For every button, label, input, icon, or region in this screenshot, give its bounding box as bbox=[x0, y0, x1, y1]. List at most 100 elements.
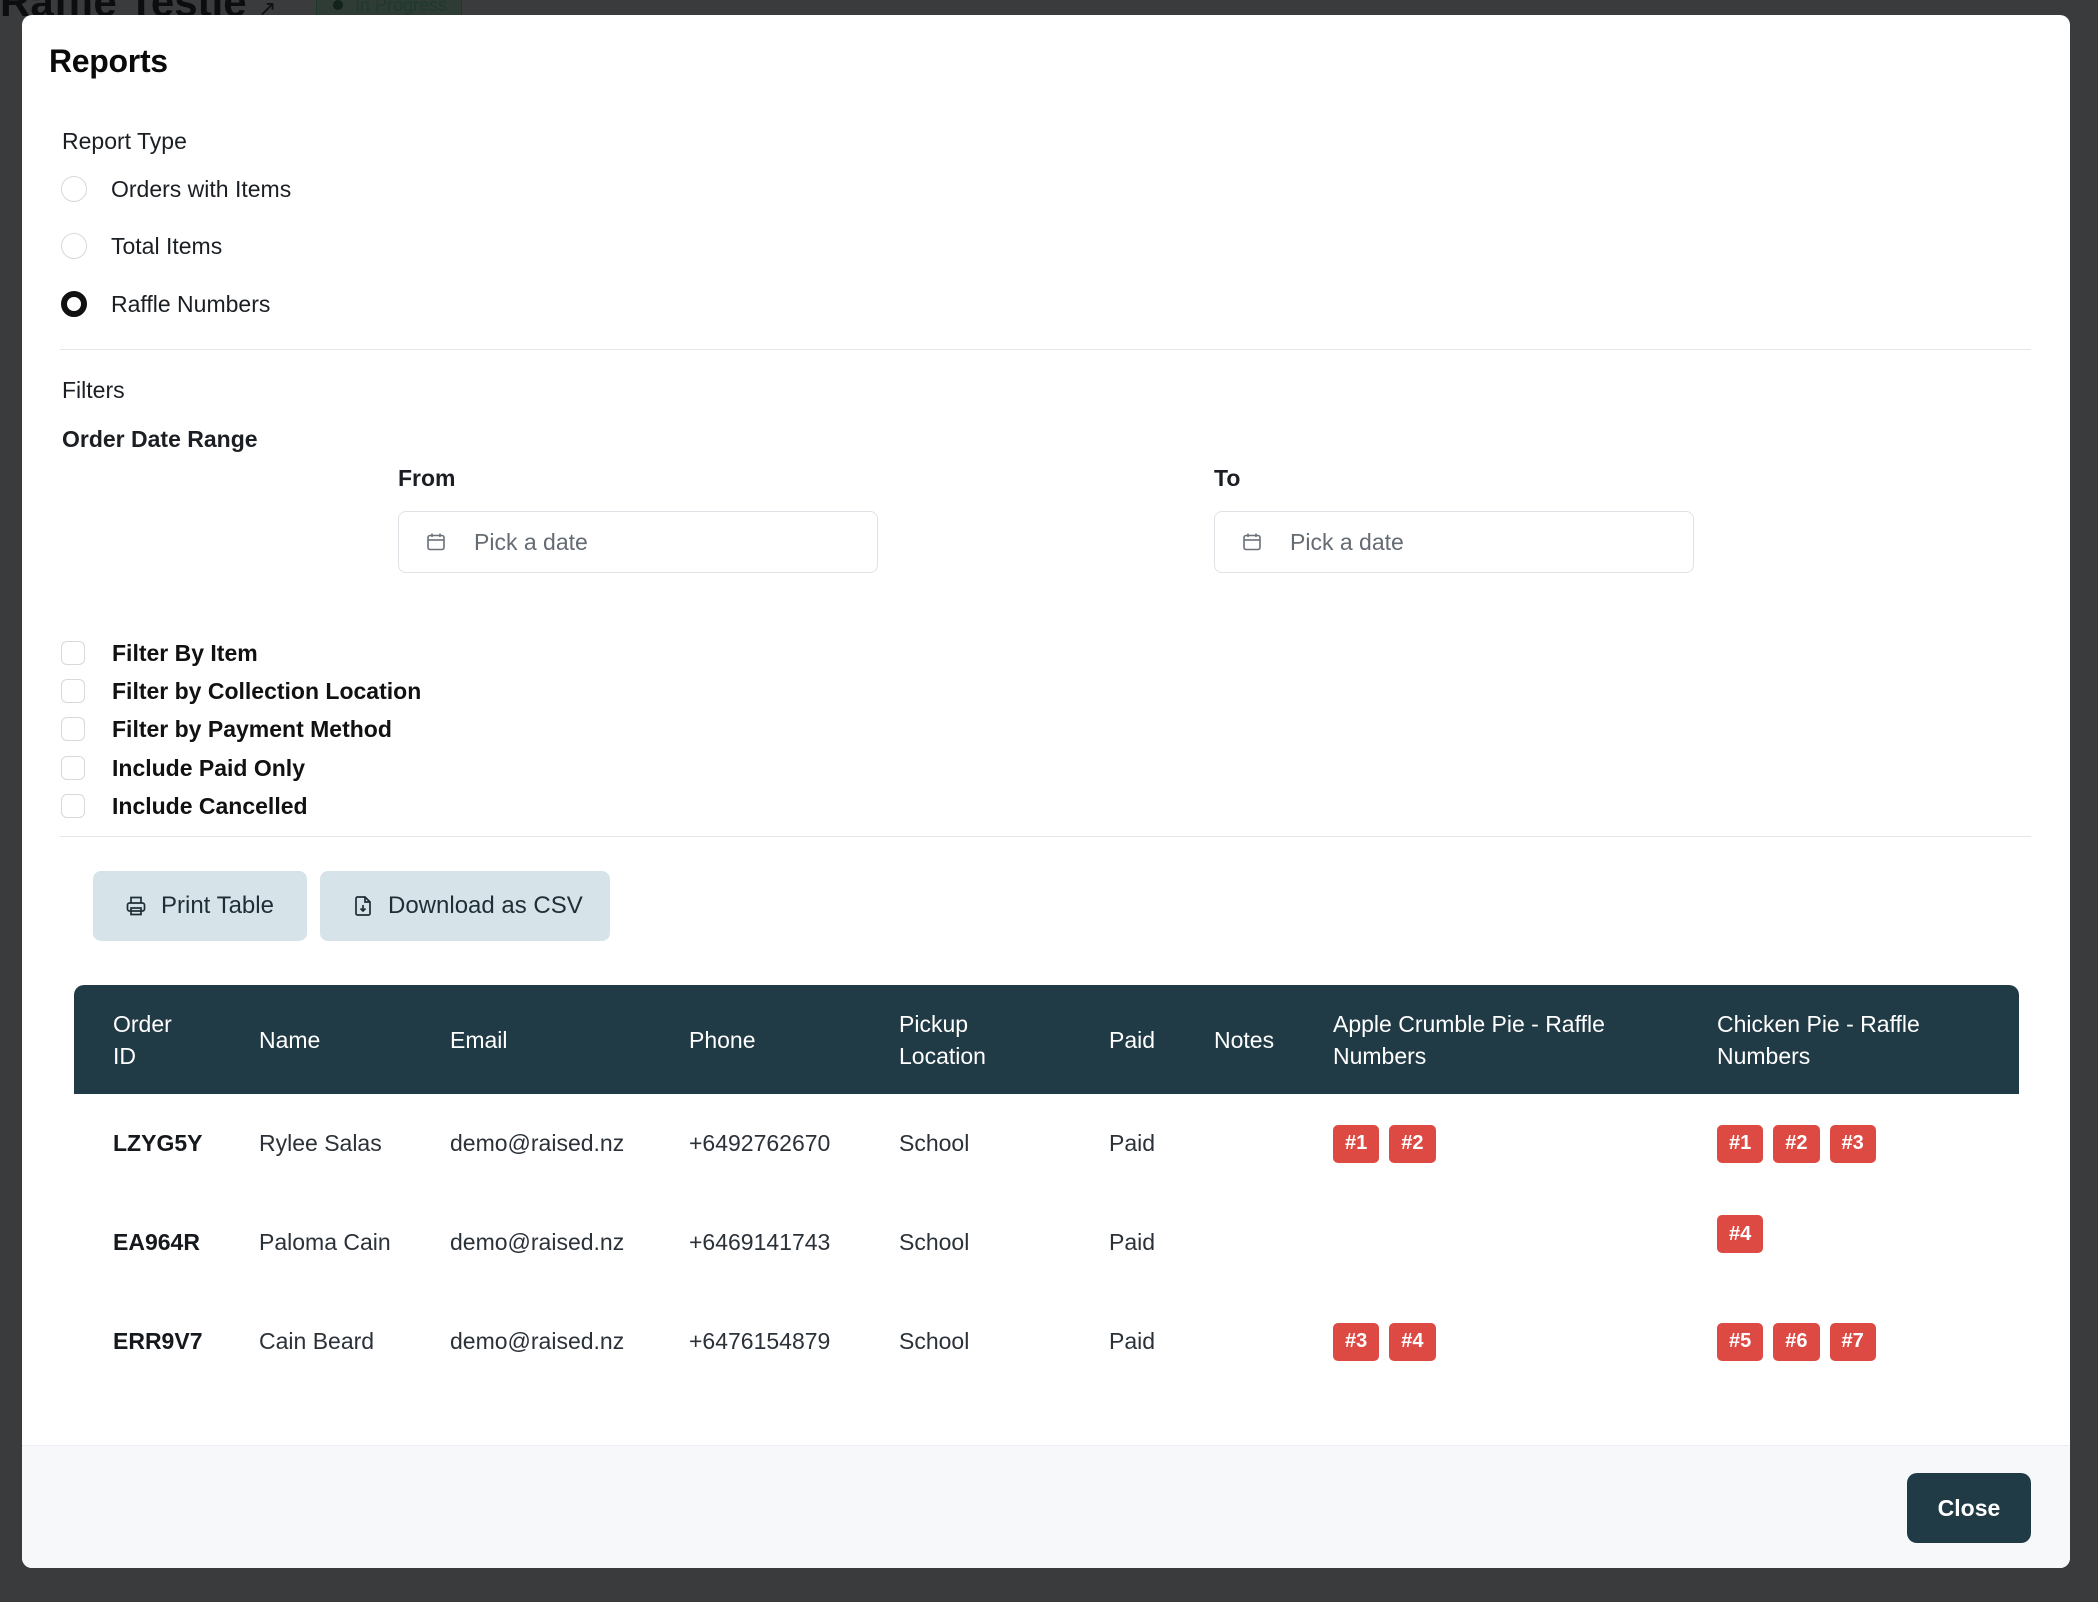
raffle-number-tag: #3 bbox=[1333, 1322, 1380, 1361]
raffle-tag-group: #1 #2 bbox=[1333, 1124, 1436, 1163]
cell-order-id: EA964R bbox=[113, 1229, 200, 1255]
column-header-email: Email bbox=[450, 1026, 508, 1053]
divider bbox=[60, 349, 2031, 350]
checkbox-label: Filter by Payment Method bbox=[112, 715, 392, 742]
cell-apple-raffle-numbers: #1 #2 bbox=[1333, 1094, 1436, 1193]
raffle-tag-group: #3 #4 bbox=[1333, 1322, 1436, 1361]
checkbox[interactable] bbox=[61, 756, 85, 780]
to-date-picker[interactable]: Pick a date bbox=[1214, 511, 1694, 573]
reports-dialog: Reports Report Type Orders with Items To… bbox=[22, 15, 2070, 1568]
cell-phone: +6476154879 bbox=[689, 1328, 831, 1354]
column-header-apple-crumble-pie: Apple Crumble Pie - Raffle Numbers bbox=[1333, 1010, 1605, 1069]
printer-icon bbox=[126, 896, 146, 916]
column-header-order-id: Order ID bbox=[113, 1010, 172, 1069]
cell-paid: Paid bbox=[1109, 1130, 1156, 1156]
column-header-notes: Notes bbox=[1214, 1026, 1275, 1053]
raffle-number-tag: #4 bbox=[1389, 1322, 1436, 1361]
cell-apple-raffle-numbers: #3 #4 bbox=[1333, 1292, 1436, 1391]
cell-paid: Paid bbox=[1109, 1229, 1156, 1255]
filters-label: Filters bbox=[62, 377, 125, 403]
raffle-number-tag: #2 bbox=[1773, 1124, 1820, 1163]
dialog-title: Reports bbox=[49, 43, 168, 79]
cell-name: Rylee Salas bbox=[259, 1130, 382, 1156]
checkbox-filter-by-payment-method[interactable]: Filter by Payment Method bbox=[61, 714, 392, 744]
column-header-pickup-location: Pickup Location bbox=[899, 1010, 986, 1069]
cell-phone: +6492762670 bbox=[689, 1130, 831, 1156]
calendar-icon bbox=[426, 532, 446, 552]
cell-paid: Paid bbox=[1109, 1328, 1156, 1354]
from-date-picker[interactable]: Pick a date bbox=[398, 511, 878, 573]
raffle-number-tag: #1 bbox=[1717, 1124, 1764, 1163]
print-table-label: Print Table bbox=[161, 892, 274, 919]
raffle-number-tag: #1 bbox=[1333, 1124, 1380, 1163]
table-row: LZYG5Y Rylee Salas demo@raised.nz +64927626… bbox=[74, 1094, 2019, 1193]
to-date-placeholder: Pick a date bbox=[1290, 528, 1404, 555]
checkbox-label: Filter By Item bbox=[112, 639, 258, 666]
cell-email: demo@raised.nz bbox=[450, 1229, 625, 1255]
download-csv-label: Download as CSV bbox=[388, 892, 583, 919]
cell-chicken-raffle-numbers: #4 bbox=[1717, 1193, 1764, 1292]
table-header: Order ID Name Email Phone Pickup Locatio… bbox=[74, 985, 2019, 1094]
print-table-button[interactable]: Print Table bbox=[93, 871, 307, 941]
column-header-paid: Paid bbox=[1109, 1026, 1156, 1053]
cell-pickup-location: School bbox=[899, 1229, 970, 1255]
radio-orders-with-items[interactable]: Orders with Items bbox=[61, 172, 291, 206]
cell-pickup-location: School bbox=[899, 1328, 970, 1354]
cell-phone: +6469141743 bbox=[689, 1229, 831, 1255]
column-header-phone: Phone bbox=[689, 1026, 756, 1053]
raffle-tag-group: #1 #2 #3 bbox=[1717, 1124, 1876, 1163]
checkbox[interactable] bbox=[61, 717, 85, 741]
from-label: From bbox=[398, 465, 456, 491]
calendar-icon bbox=[1242, 532, 1262, 552]
from-date-placeholder: Pick a date bbox=[474, 528, 588, 555]
dialog-footer: Close bbox=[22, 1445, 2070, 1568]
cell-email: demo@raised.nz bbox=[450, 1328, 625, 1354]
cell-order-id: LZYG5Y bbox=[113, 1130, 203, 1156]
cell-email: demo@raised.nz bbox=[450, 1130, 625, 1156]
file-download-icon bbox=[355, 896, 371, 916]
report-type-label: Report Type bbox=[62, 128, 187, 154]
radio-label: Raffle Numbers bbox=[111, 290, 271, 317]
cell-name: Paloma Cain bbox=[259, 1229, 391, 1255]
raffle-number-tag: #6 bbox=[1773, 1322, 1820, 1361]
raffle-number-tag: #3 bbox=[1829, 1124, 1876, 1163]
checkbox-include-paid-only[interactable]: Include Paid Only bbox=[61, 753, 305, 783]
radio-label: Orders with Items bbox=[111, 175, 292, 202]
checkbox-filter-by-collection-location[interactable]: Filter by Collection Location bbox=[61, 676, 421, 706]
raffle-number-tag: #2 bbox=[1389, 1124, 1436, 1163]
radio-button[interactable] bbox=[61, 176, 87, 202]
checkbox-label: Filter by Collection Location bbox=[112, 677, 422, 704]
download-csv-button[interactable]: Download as CSV bbox=[320, 871, 610, 941]
checkbox-label: Include Cancelled bbox=[112, 792, 308, 819]
column-header-name: Name bbox=[259, 1026, 321, 1053]
radio-label: Total Items bbox=[111, 232, 223, 259]
radio-button-selected[interactable] bbox=[61, 291, 87, 317]
divider bbox=[60, 836, 2031, 837]
checkbox-label: Include Paid Only bbox=[112, 754, 305, 781]
checkbox[interactable] bbox=[61, 641, 85, 665]
checkbox[interactable] bbox=[61, 794, 85, 818]
radio-button[interactable] bbox=[61, 233, 87, 259]
table-row: EA964R Paloma Cain demo@raised.nz +64691417… bbox=[74, 1193, 2019, 1292]
order-date-range-label: Order Date Range bbox=[62, 426, 258, 452]
raffle-tag-group: #4 bbox=[1717, 1215, 1764, 1253]
checkbox[interactable] bbox=[61, 679, 85, 703]
close-button[interactable]: Close bbox=[1907, 1473, 2031, 1543]
checkbox-filter-by-item[interactable]: Filter By Item bbox=[61, 638, 258, 668]
radio-total-items[interactable]: Total Items bbox=[61, 229, 222, 263]
cell-chicken-raffle-numbers: #1 #2 #3 bbox=[1717, 1094, 1876, 1193]
table-row: ERR9V7 Cain Beard demo@raised.nz +647615487… bbox=[74, 1292, 2019, 1391]
radio-raffle-numbers[interactable]: Raffle Numbers bbox=[61, 287, 270, 321]
raffle-number-tag: #4 bbox=[1717, 1215, 1764, 1253]
raffle-number-tag: #5 bbox=[1717, 1322, 1764, 1361]
raffle-number-tag: #7 bbox=[1829, 1322, 1876, 1361]
raffle-tag-group: #5 #6 #7 bbox=[1717, 1322, 1876, 1361]
table-body: LZYG5Y Rylee Salas demo@raised.nz +64927626… bbox=[74, 1094, 2019, 1391]
cell-pickup-location: School bbox=[899, 1130, 970, 1156]
to-label: To bbox=[1214, 465, 1241, 491]
checkbox-include-cancelled[interactable]: Include Cancelled bbox=[61, 791, 308, 821]
cell-name: Cain Beard bbox=[259, 1328, 375, 1354]
cell-order-id: ERR9V7 bbox=[113, 1328, 203, 1354]
column-header-chicken-pie: Chicken Pie - Raffle Numbers bbox=[1717, 1010, 1920, 1069]
cell-chicken-raffle-numbers: #5 #6 #7 bbox=[1717, 1292, 1876, 1391]
